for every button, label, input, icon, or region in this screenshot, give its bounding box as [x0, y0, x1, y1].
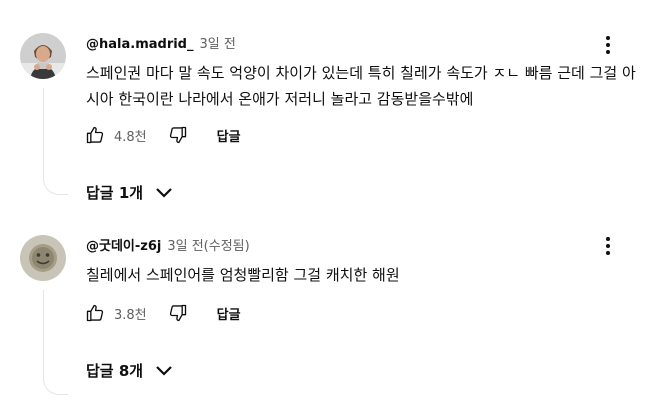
dislike-button[interactable]	[167, 302, 189, 324]
reply-thread-line	[43, 88, 68, 195]
more-vert-icon	[606, 36, 610, 40]
avatar-image	[20, 33, 66, 79]
more-options-button[interactable]	[598, 234, 618, 258]
avatar-image	[20, 235, 66, 281]
author-name[interactable]: @hala.madrid_	[86, 37, 194, 52]
replies-toggle[interactable]: 답글 1개	[86, 182, 173, 203]
avatar[interactable]	[20, 33, 66, 79]
chevron-down-icon	[155, 365, 173, 377]
replies-toggle[interactable]: 답글 8개	[86, 360, 173, 381]
replies-toggle-label: 답글 1개	[86, 184, 144, 202]
comment-text: 스페인권 마다 말 속도 억양이 차이가 있는데 특히 칠레가 속도가 ㅈㄴ 빠…	[86, 64, 636, 108]
reply-thread-line	[43, 290, 68, 395]
author-name[interactable]: @굿데이-z6j	[86, 239, 161, 254]
comment-meta: @굿데이-z6j 3일 전(수정됨)	[86, 238, 250, 256]
reply-button[interactable]: 답글	[217, 126, 241, 145]
comment-item: @hala.madrid_ 3일 전 스페인권 마다 말 속도 억양이 차이가 있…	[0, 0, 668, 210]
comment-item: @굿데이-z6j 3일 전(수정됨) 칠레에서 스페인어를 엄청빨리함 그걸 캐치…	[0, 210, 668, 414]
comment-meta: @hala.madrid_ 3일 전	[86, 36, 236, 54]
thumbs-up-icon	[86, 126, 104, 144]
comment-actions: 3.8천 답글	[84, 300, 241, 326]
comment-time[interactable]: 3일 전(수정됨)	[167, 239, 249, 254]
comment-time[interactable]: 3일 전	[200, 37, 236, 52]
thumbs-down-icon	[169, 126, 186, 144]
like-button[interactable]	[84, 124, 106, 146]
like-button[interactable]	[84, 302, 106, 324]
like-count: 4.8천	[114, 129, 147, 145]
replies-toggle-label: 답글 8개	[86, 362, 144, 380]
more-options-button[interactable]	[598, 33, 618, 57]
avatar[interactable]	[20, 235, 66, 281]
more-vert-icon	[606, 237, 610, 241]
chevron-down-icon	[155, 187, 173, 199]
reply-button[interactable]: 답글	[217, 304, 241, 323]
comment-actions: 4.8천 답글	[84, 122, 241, 148]
thumbs-down-icon	[169, 304, 186, 322]
comment-text: 칠레에서 스페인어를 엄청빨리함 그걸 캐치한 해원	[86, 266, 400, 284]
like-count: 3.8천	[114, 307, 147, 323]
dislike-button[interactable]	[167, 124, 189, 146]
thumbs-up-icon	[86, 304, 104, 322]
